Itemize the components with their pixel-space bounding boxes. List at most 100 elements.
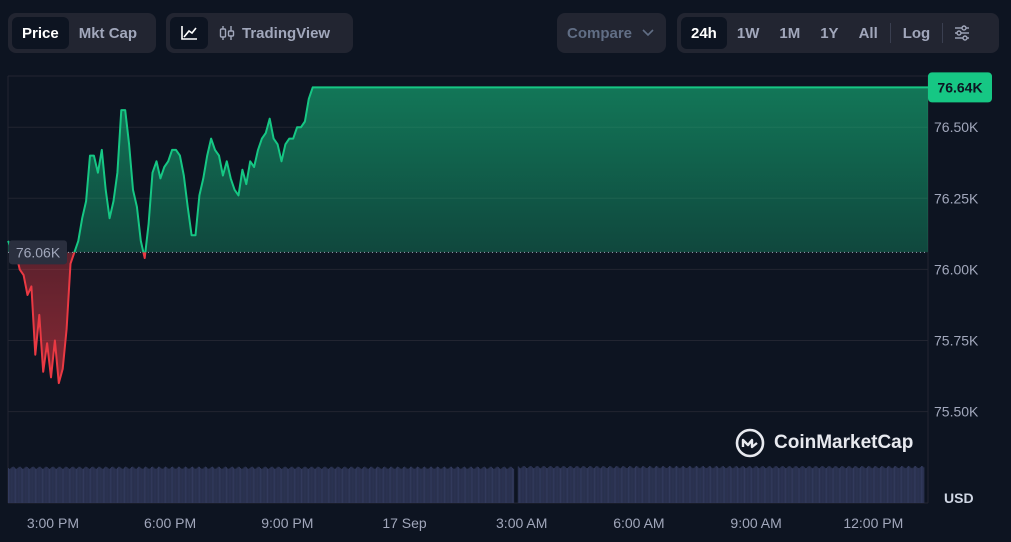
volume-bar [310,466,312,503]
tradingview-button[interactable]: TradingView [208,17,340,49]
volume-bar [451,466,453,503]
volume-bar [541,467,543,503]
volume-bar [535,466,537,503]
volume-bar [425,467,427,503]
volume-bar [905,467,907,503]
volume-bar [156,467,158,503]
volume-bar [592,468,594,503]
volume-bar [240,467,242,503]
volume-bar [145,466,147,503]
volume-bar [506,468,508,503]
volume-bar [693,467,695,503]
volume-bar [508,467,510,503]
volume-bar [402,467,404,503]
volume-bar [67,468,69,503]
currency-label: USD [944,490,974,506]
chart-settings-button[interactable] [945,17,979,49]
volume-bar [126,467,128,503]
volume-bar [602,466,604,503]
volume-bar [105,466,107,503]
range-1m-button[interactable]: 1M [769,17,810,49]
volume-bar [378,466,380,503]
volume-bar [560,468,561,503]
log-scale-button[interactable]: Log [893,17,941,49]
volume-bar [125,466,127,503]
volume-bar [16,468,18,503]
volume-bar [312,467,314,503]
current-price-label: 76.64K [937,79,982,95]
volume-bar [881,466,883,503]
volume-bar [75,468,77,503]
volume-bar [422,467,424,503]
volume-bar [793,467,795,503]
range-24h-button[interactable]: 24h [681,17,727,49]
volume-bar [469,466,471,503]
volume-bar [426,468,428,503]
volume-bar [383,467,385,503]
volume-bar [187,468,189,503]
volume-bar [722,466,724,503]
mktcap-button[interactable]: Mkt Cap [69,17,147,49]
volume-bar [711,467,713,503]
volume-bar [759,468,761,503]
metric-toggle: Price Mkt Cap [8,13,156,53]
volume-bar [644,466,646,503]
volume-bar [61,468,63,503]
volume-bar [863,467,865,503]
compare-dropdown[interactable]: Compare [557,13,666,53]
volume-bar [909,466,911,503]
volume-bar [51,467,53,503]
line-chart-button[interactable] [170,17,208,49]
price-button[interactable]: Price [12,17,69,49]
volume-bar [120,467,122,503]
range-1w-button[interactable]: 1W [727,17,770,49]
volume-bar [884,468,886,503]
volume-bar [482,467,484,503]
volume-bar [904,468,906,503]
volume-bar [391,466,393,503]
volume-bar [218,466,220,503]
volume-bar [678,467,680,503]
volume-bar [13,467,15,503]
volume-bar [877,467,879,503]
volume-bar [71,467,73,503]
volume-bar [179,466,181,503]
volume-bar [143,467,145,503]
volume-bar [195,468,197,503]
volume-bar [166,467,168,503]
volume-bar [706,467,708,503]
volume-bar [406,468,408,503]
volume-bar [407,468,409,503]
volume-bar [440,468,442,503]
price-chart[interactable]: 76.50K 76.25K 76.00K 75.75K 75.50K 3:00 PM 6:… [0,66,1011,542]
volume-bar [50,468,52,503]
volume-bar [52,466,54,503]
volume-bar [146,467,148,503]
volume-bar [892,467,894,503]
volume-bar [267,468,269,503]
volume-bar [241,468,243,503]
volume-bar [699,468,701,503]
volume-bar [136,467,138,503]
volume-bar [488,467,490,503]
volume-bar [526,467,528,503]
volume-bar [584,466,586,503]
volume-bar [243,467,245,503]
range-1y-button[interactable]: 1Y [810,17,848,49]
volume-bar [830,467,832,503]
range-all-button[interactable]: All [849,17,888,49]
volume-bar [97,467,99,503]
volume-bar [683,466,685,503]
volume-bar [22,468,24,503]
volume-bar [33,467,35,503]
volume-bar [494,468,496,503]
volume-bar [441,468,443,503]
volume-bar [148,468,150,503]
volume-bar [582,466,584,503]
volume-bar [684,467,686,503]
volume-bar [296,467,298,503]
volume-bar [618,467,620,503]
volume-bar [536,465,538,503]
volume-bar [351,466,353,503]
volume-bar [262,468,264,503]
